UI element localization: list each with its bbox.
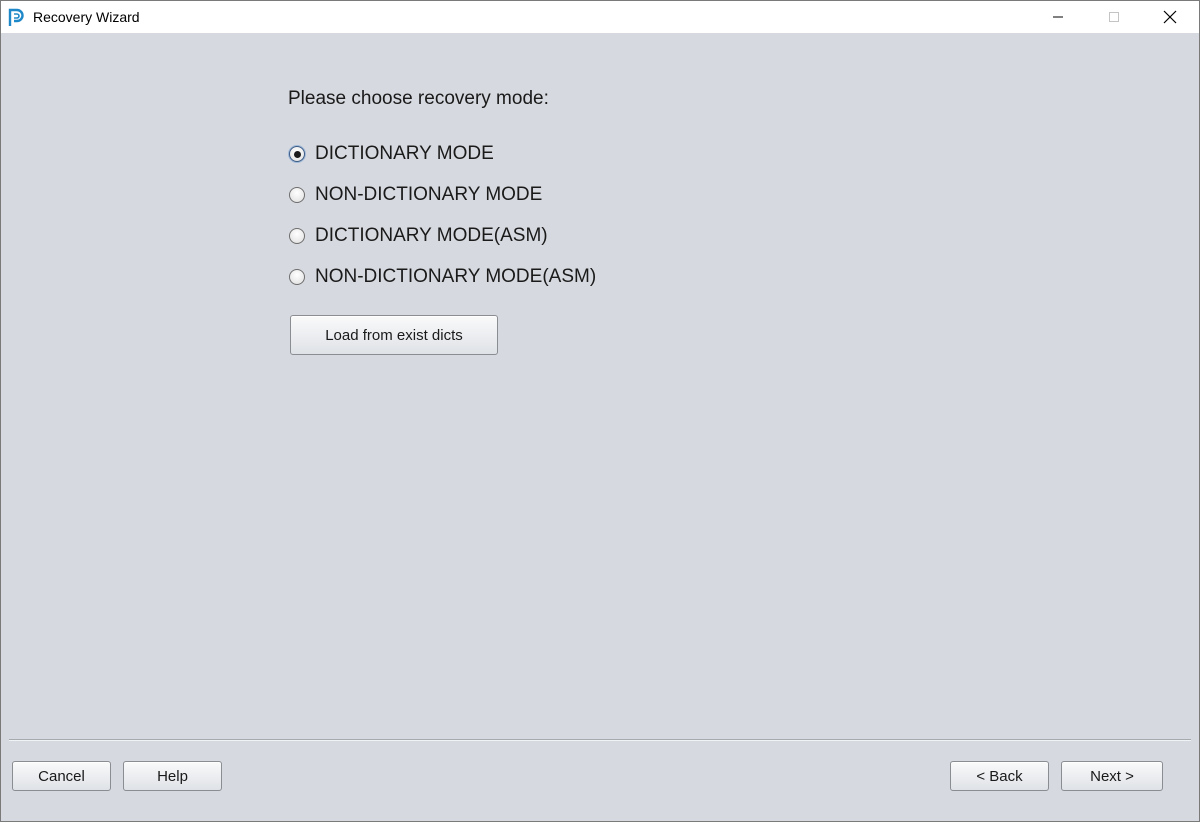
radio-button[interactable] [289,228,305,244]
minimize-button[interactable] [1035,1,1081,33]
title-bar: Recovery Wizard [1,1,1199,33]
next-button[interactable]: Next > [1061,761,1163,791]
radio-dictionary-mode-asm[interactable]: DICTIONARY MODE(ASM) [289,225,548,247]
radio-dictionary-mode[interactable]: DICTIONARY MODE [289,143,494,165]
radio-label: NON-DICTIONARY MODE(ASM) [315,266,597,287]
recovery-mode-prompt: Please choose recovery mode: [288,88,549,109]
radio-button[interactable] [289,187,305,203]
radio-label: NON-DICTIONARY MODE [315,184,543,205]
footer-divider [9,739,1191,741]
radio-label: DICTIONARY MODE [315,143,494,164]
window-title: Recovery Wizard [33,9,140,25]
help-button[interactable]: Help [123,761,222,791]
p-logo-icon [6,7,27,28]
close-button[interactable] [1147,1,1193,33]
back-button[interactable]: < Back [950,761,1049,791]
maximize-button[interactable] [1091,1,1137,33]
radio-non-dictionary-mode[interactable]: NON-DICTIONARY MODE [289,184,542,206]
maximize-icon [1108,11,1120,23]
load-from-exist-dicts-button[interactable]: Load from exist dicts [290,315,498,355]
radio-non-dictionary-mode-asm[interactable]: NON-DICTIONARY MODE(ASM) [289,266,596,288]
cancel-button[interactable]: Cancel [12,761,111,791]
radio-button-checked[interactable] [289,146,305,162]
close-icon [1163,10,1177,24]
wizard-content: Please choose recovery mode: DICTIONARY … [1,33,1199,821]
minimize-icon [1052,11,1064,23]
radio-button[interactable] [289,269,305,285]
recovery-wizard-window: Recovery Wizard Please choose recovery m… [0,0,1200,822]
radio-label: DICTIONARY MODE(ASM) [315,225,548,246]
